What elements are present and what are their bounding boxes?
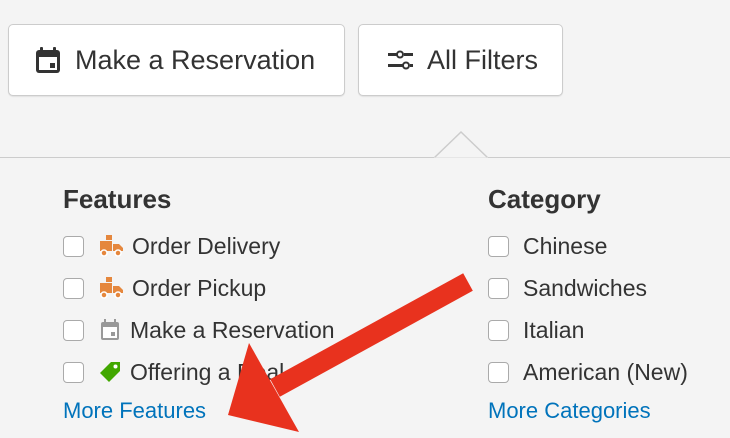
- more-features-link[interactable]: More Features: [63, 398, 206, 424]
- offering-a-deal-label: Offering a Deal: [130, 358, 285, 385]
- category-heading: Category: [488, 184, 601, 214]
- sandwiches-checkbox[interactable]: [488, 277, 509, 299]
- all-filters-button[interactable]: All Filters: [358, 24, 563, 96]
- category-option-american-new[interactable]: American (New): [488, 356, 688, 388]
- sandwiches-label: Sandwiches: [523, 274, 648, 301]
- order-pickup-checkbox[interactable]: [63, 277, 84, 299]
- category-option-sandwiches[interactable]: Sandwiches: [488, 272, 647, 304]
- category-option-italian[interactable]: Italian: [488, 314, 584, 346]
- feature-option-make-a-reservation[interactable]: Make a Reservation: [63, 314, 335, 346]
- make-reservation-checkbox[interactable]: [63, 319, 84, 341]
- chinese-label: Chinese: [523, 232, 608, 259]
- feature-option-order-delivery[interactable]: Order Delivery: [63, 230, 280, 262]
- american-new-checkbox[interactable]: [488, 361, 509, 383]
- more-categories-link[interactable]: More Categories: [488, 398, 651, 424]
- offering-deal-checkbox[interactable]: [63, 361, 84, 383]
- category-option-chinese[interactable]: Chinese: [488, 230, 607, 262]
- all-filters-label: All Filters: [427, 44, 539, 75]
- american-new-label: American (New): [523, 358, 688, 385]
- filters-panel-border: [0, 157, 730, 158]
- make-reservation-button[interactable]: Make a Reservation: [8, 24, 345, 96]
- chinese-checkbox[interactable]: [488, 235, 509, 257]
- feature-option-order-pickup[interactable]: Order Pickup: [63, 272, 266, 304]
- italian-label: Italian: [523, 316, 585, 343]
- filters-sliders-icon: [385, 45, 415, 75]
- features-heading: Features: [63, 184, 172, 214]
- feature-option-offering-a-deal[interactable]: Offering a Deal: [63, 356, 284, 388]
- calendar-icon: [98, 318, 122, 342]
- delivery-truck-icon: [98, 235, 124, 257]
- order-delivery-label: Order Delivery: [132, 232, 281, 259]
- calendar-icon: [33, 45, 63, 75]
- order-pickup-label: Order Pickup: [132, 274, 267, 301]
- italian-checkbox[interactable]: [488, 319, 509, 341]
- panel-caret: [434, 130, 488, 160]
- tag-icon: [98, 360, 122, 384]
- make-reservation-label: Make a Reservation: [75, 44, 316, 75]
- make-a-reservation-label: Make a Reservation: [130, 316, 335, 343]
- delivery-truck-icon: [98, 277, 124, 299]
- order-delivery-checkbox[interactable]: [63, 235, 84, 257]
